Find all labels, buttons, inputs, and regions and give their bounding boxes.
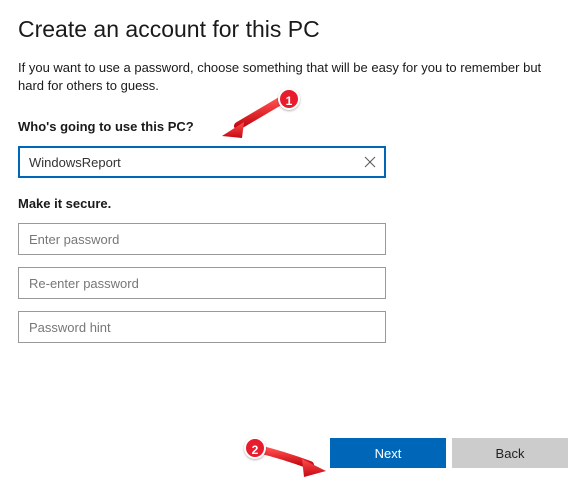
password-hint-input[interactable]	[18, 311, 386, 343]
back-button[interactable]: Back	[452, 438, 568, 468]
username-field-wrap	[18, 146, 386, 178]
close-icon	[364, 156, 376, 168]
reenter-password-input[interactable]	[18, 267, 386, 299]
next-button[interactable]: Next	[330, 438, 446, 468]
footer-buttons: Next Back	[330, 438, 568, 468]
clear-icon[interactable]	[360, 152, 380, 172]
section-label-secure: Make it secure.	[18, 196, 568, 211]
password-input[interactable]	[18, 223, 386, 255]
annotation-2: 2	[238, 437, 328, 485]
annotation-badge-2: 2	[244, 437, 266, 459]
page-title: Create an account for this PC	[18, 16, 568, 43]
page-subtitle: If you want to use a password, choose so…	[18, 59, 563, 95]
username-input[interactable]	[18, 146, 386, 178]
arrow-icon	[238, 437, 328, 485]
section-label-user: Who's going to use this PC?	[18, 119, 568, 134]
